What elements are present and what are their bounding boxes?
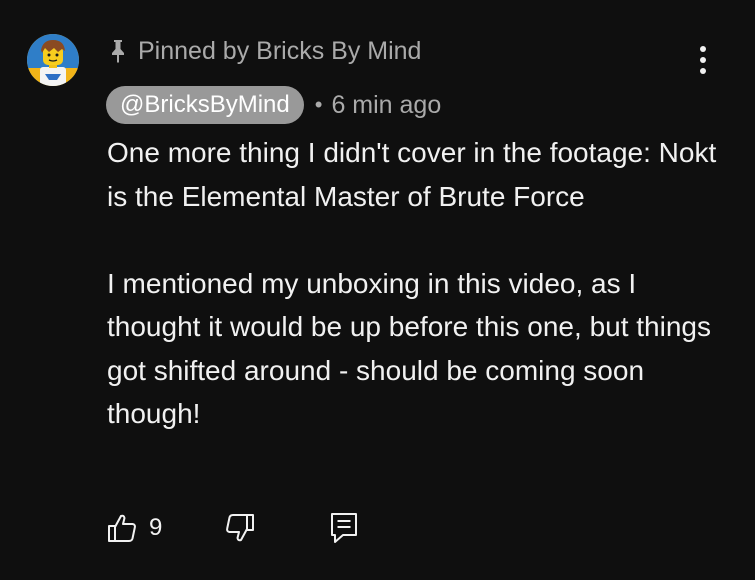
thumbs-down-icon — [226, 514, 255, 542]
meta-separator: • — [314, 92, 323, 117]
comment-paragraph: One more thing I didn't cover in the foo… — [107, 137, 717, 212]
like-count: 9 — [149, 514, 163, 541]
more-options-button[interactable] — [688, 40, 718, 80]
reply-button[interactable] — [328, 508, 360, 548]
thumbs-up-icon — [108, 514, 136, 542]
dislike-button[interactable] — [224, 508, 256, 548]
comment-text: One more thing I didn't cover in the foo… — [107, 131, 727, 436]
avatar[interactable] — [27, 34, 79, 86]
comment-paragraph: I mentioned my unboxing in this video, a… — [107, 267, 711, 430]
like-button[interactable] — [106, 508, 138, 548]
comment-action-bar: 9 — [106, 508, 360, 548]
pinned-indicator: Pinned by Bricks By Mind — [108, 34, 421, 68]
more-vert-icon — [700, 46, 706, 74]
pinned-label: Pinned by Bricks By Mind — [138, 36, 422, 65]
author-handle[interactable]: @BricksByMind — [106, 86, 304, 124]
comment-timestamp[interactable]: 6 min ago — [331, 91, 441, 120]
pin-icon — [112, 40, 124, 63]
comment-reply-icon — [331, 513, 358, 543]
comment-header: @BricksByMind • 6 min ago — [106, 86, 441, 124]
